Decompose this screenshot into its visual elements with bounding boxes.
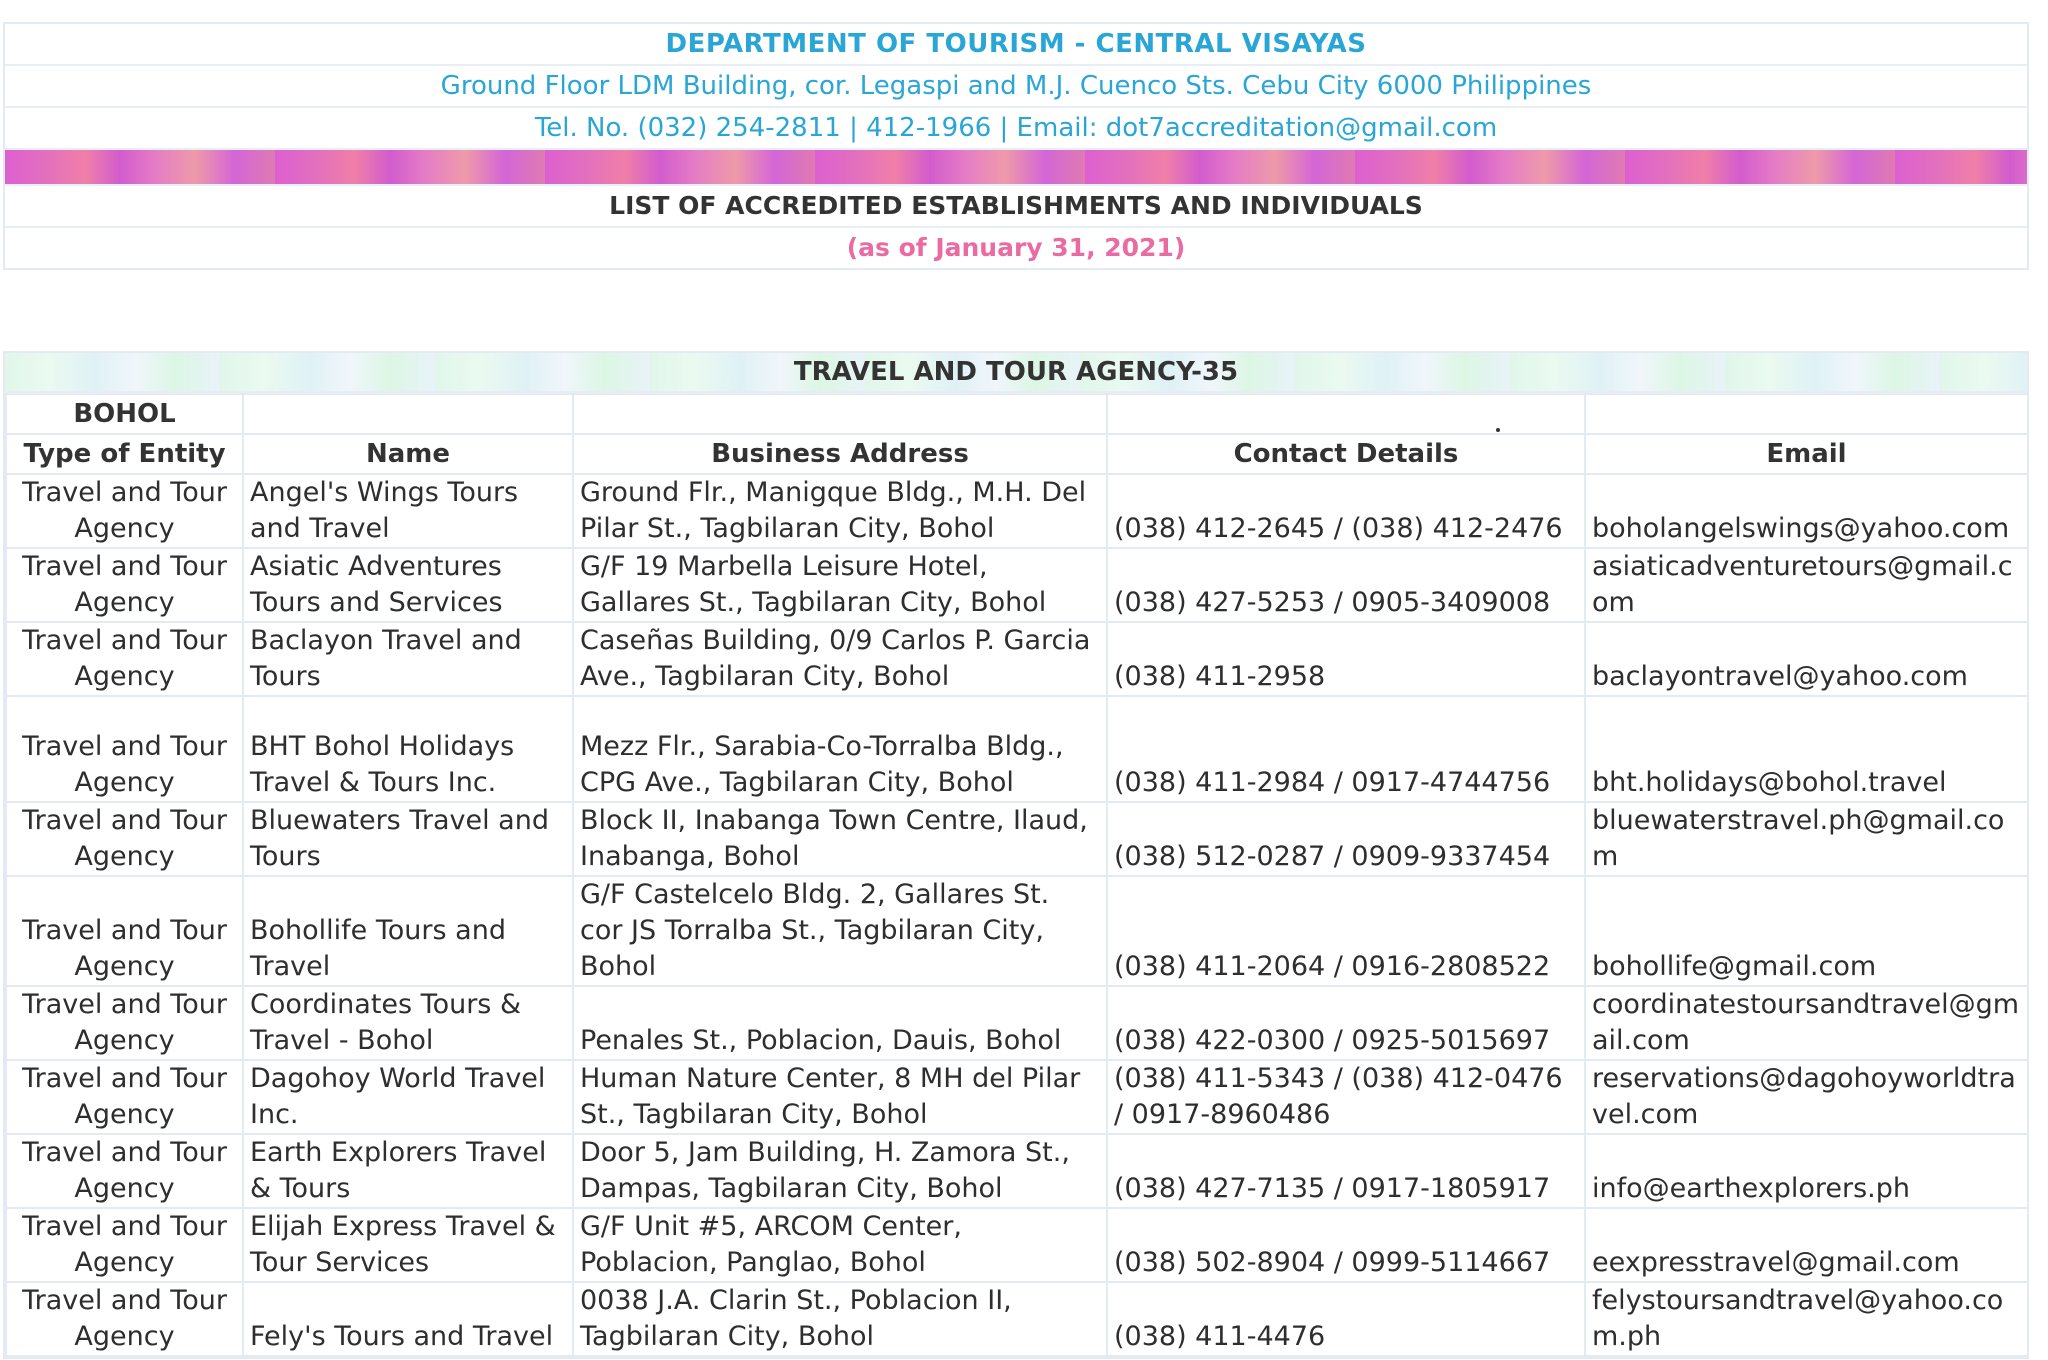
business-address: Human Nature Center, 8 MH del Pilar St.,…	[572, 1059, 1108, 1135]
entity-name: Baclayon Travel and Tours	[242, 621, 574, 697]
entity-name: Earth Explorers Travel & Tours	[242, 1133, 574, 1209]
entity-type: Travel and Tour Agency	[5, 621, 244, 697]
email-address: bohollife@gmail.com	[1584, 875, 2029, 987]
table-row: Travel and Tour Agency Baclayon Travel a…	[5, 621, 2029, 697]
entity-type: Travel and Tour Agency	[5, 1059, 244, 1135]
table-row: Travel and Tour Agency Elijah Express Tr…	[5, 1207, 2029, 1283]
column-header-contact: Contact Details	[1106, 433, 1586, 475]
accreditation-table: BOHOL Type of Entity Name Business Addre…	[5, 393, 2029, 1357]
column-header-address: Business Address	[572, 433, 1108, 475]
business-address: G/F 19 Marbella Leisure Hotel, Gallares …	[572, 547, 1108, 623]
decorative-band	[5, 150, 2027, 186]
business-address: Penales St., Poblacion, Dauis, Bohol	[572, 985, 1108, 1061]
entity-type: Travel and Tour Agency	[5, 1207, 244, 1283]
email-address: bluewaterstravel.ph@gmail.com	[1584, 801, 2029, 877]
email-address: asiaticadventuretours@gmail.com	[1584, 547, 2029, 623]
contact-details: (038) 422-0300 / 0925-5015697	[1106, 985, 1586, 1061]
email-address: felystoursandtravel@yahoo.com.ph	[1584, 1281, 2029, 1357]
entity-name: Fely's Tours and Travel	[242, 1281, 574, 1357]
business-address: Block II, Inabanga Town Centre, Ilaud, I…	[572, 801, 1108, 877]
table-row: Travel and Tour Agency Angel's Wings Tou…	[5, 473, 2029, 549]
entity-name: Coordinates Tours & Travel - Bohol	[242, 985, 574, 1061]
entity-type: Travel and Tour Agency	[5, 547, 244, 623]
table-row: Travel and Tour Agency Earth Explorers T…	[5, 1133, 2029, 1209]
entity-type: Travel and Tour Agency	[5, 1281, 244, 1357]
entity-name: Dagohoy World Travel Inc.	[242, 1059, 574, 1135]
province-label: BOHOL	[5, 393, 244, 435]
entity-name: Bohollife Tours and Travel	[242, 875, 574, 987]
business-address: 0038 J.A. Clarin St., Poblacion II, Tagb…	[572, 1281, 1108, 1357]
business-address: Caseñas Building, 0/9 Carlos P. Garcia A…	[572, 621, 1108, 697]
entity-type: Travel and Tour Agency	[5, 1133, 244, 1209]
list-title: LIST OF ACCREDITED ESTABLISHMENTS AND IN…	[5, 186, 2027, 228]
document-header: DEPARTMENT OF TOURISM - CENTRAL VISAYAS …	[3, 22, 2029, 270]
entity-type: Travel and Tour Agency	[5, 875, 244, 987]
contact-details: (038) 412-2645 / (038) 412-2476	[1106, 473, 1586, 549]
business-address: Ground Flr., Manigque Bldg., M.H. Del Pi…	[572, 473, 1108, 549]
contact-details: (038) 427-5253 / 0905-3409008	[1106, 547, 1586, 623]
table-row: Travel and Tour Agency Dagohoy World Tra…	[5, 1059, 2029, 1135]
entity-type: Travel and Tour Agency	[5, 695, 244, 803]
contact-details: (038) 411-2064 / 0916-2808522	[1106, 875, 1586, 987]
entity-type: Travel and Tour Agency	[5, 985, 244, 1061]
entity-name: Asiatic Adventures Tours and Services	[242, 547, 574, 623]
email-address: baclayontravel@yahoo.com	[1584, 621, 2029, 697]
email-address: boholangelswings@yahoo.com	[1584, 473, 2029, 549]
category-title: TRAVEL AND TOUR AGENCY-35	[5, 353, 2027, 393]
entity-type: Travel and Tour Agency	[5, 801, 244, 877]
business-address: Door 5, Jam Building, H. Zamora St., Dam…	[572, 1133, 1108, 1209]
contact-details: (038) 427-7135 / 0917-1805917	[1106, 1133, 1586, 1209]
table-row: Travel and Tour Agency Asiatic Adventure…	[5, 547, 2029, 623]
email-address: info@earthexplorers.ph	[1584, 1133, 2029, 1209]
email-address: bht.holidays@bohol.travel	[1584, 695, 2029, 803]
establishments-table: TRAVEL AND TOUR AGENCY-35 BOHOL Type of …	[3, 351, 2029, 1359]
table-row: Travel and Tour Agency Bohollife Tours a…	[5, 875, 2029, 987]
column-header-type: Type of Entity	[5, 433, 244, 475]
stray-dot	[1496, 428, 1500, 432]
column-header-email: Email	[1584, 433, 2029, 475]
entity-name: Bluewaters Travel and Tours	[242, 801, 574, 877]
contact-details: (038) 512-0287 / 0909-9337454	[1106, 801, 1586, 877]
entity-name: Elijah Express Travel & Tour Services	[242, 1207, 574, 1283]
office-contact: Tel. No. (032) 254-2811 | 412-1966 | Ema…	[5, 108, 2027, 150]
contact-details: (038) 411-2958	[1106, 621, 1586, 697]
entity-name: Angel's Wings Tours and Travel	[242, 473, 574, 549]
business-address: G/F Unit #5, ARCOM Center, Poblacion, Pa…	[572, 1207, 1108, 1283]
column-header-name: Name	[242, 433, 574, 475]
contact-details: (038) 411-4476	[1106, 1281, 1586, 1357]
email-address: reservations@dagohoyworldtravel.com	[1584, 1059, 2029, 1135]
office-address: Ground Floor LDM Building, cor. Legaspi …	[5, 66, 2027, 108]
email-address: coordinatestoursandtravel@gmail.com	[1584, 985, 2029, 1061]
business-address: Mezz Flr., Sarabia-Co-Torralba Bldg., CP…	[572, 695, 1108, 803]
table-row: Travel and Tour Agency BHT Bohol Holiday…	[5, 695, 2029, 803]
contact-details: (038) 502-8904 / 0999-5114667	[1106, 1207, 1586, 1283]
department-title: DEPARTMENT OF TOURISM - CENTRAL VISAYAS	[5, 24, 2027, 66]
contact-details: (038) 411-2984 / 0917-4744756	[1106, 695, 1586, 803]
table-row: Travel and Tour Agency Bluewaters Travel…	[5, 801, 2029, 877]
table-row: Travel and Tour Agency Coordinates Tours…	[5, 985, 2029, 1061]
email-address: eexpresstravel@gmail.com	[1584, 1207, 2029, 1283]
contact-details: (038) 411-5343 / (038) 412-0476 / 0917-8…	[1106, 1059, 1586, 1135]
entity-type: Travel and Tour Agency	[5, 473, 244, 549]
business-address: G/F Castelcelo Bldg. 2, Gallares St. cor…	[572, 875, 1108, 987]
table-row: Travel and Tour Agency Fely's Tours and …	[5, 1281, 2029, 1357]
entity-name: BHT Bohol Holidays Travel & Tours Inc.	[242, 695, 574, 803]
as-of-date: (as of January 31, 2021)	[846, 233, 1186, 262]
